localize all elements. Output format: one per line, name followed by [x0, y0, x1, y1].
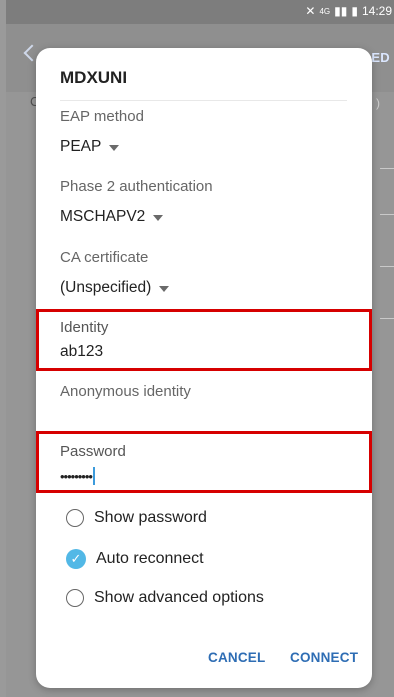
wifi-dialog: MDXUNI EAP method PEAP Phase 2 authentic… — [36, 48, 372, 688]
background-divider — [380, 214, 394, 215]
password-value: ••••••••• — [60, 468, 93, 484]
dropdown-arrow-icon — [153, 215, 164, 221]
identity-field[interactable]: ab123 — [60, 343, 103, 361]
background-divider — [380, 318, 394, 319]
checked-icon: ✓ — [66, 549, 86, 569]
status-bar: ✕ 4G ▮▮ ▮ 14:29 — [6, 0, 394, 24]
show-advanced-option[interactable]: Show advanced options — [66, 589, 264, 607]
phase2-label: Phase 2 authentication — [60, 178, 213, 195]
title-divider — [60, 100, 347, 101]
mute-icon: ✕ — [305, 4, 316, 18]
connect-button[interactable]: CONNECT — [290, 650, 358, 665]
cancel-button[interactable]: CANCEL — [208, 650, 265, 665]
clock: 14:29 — [361, 4, 392, 18]
signal-icon: ▮▮ — [334, 4, 348, 18]
identity-label: Identity — [60, 319, 109, 336]
show-password-label: Show password — [94, 509, 207, 526]
radio-unchecked-icon — [66, 509, 84, 527]
network-type: 4G — [319, 6, 331, 16]
radio-unchecked-icon — [66, 589, 84, 607]
text-cursor — [92, 467, 95, 485]
dropdown-arrow-icon — [159, 286, 170, 292]
eap-method-label: EAP method — [60, 108, 144, 125]
battery-icon: ▮ — [351, 4, 358, 18]
background-divider — [380, 168, 394, 169]
auto-reconnect-option[interactable]: ✓ Auto reconnect — [66, 549, 204, 569]
eap-method-dropdown[interactable]: PEAP — [60, 138, 120, 156]
show-password-option[interactable]: Show password — [66, 509, 207, 527]
phase2-dropdown[interactable]: MSCHAPV2 — [60, 208, 164, 226]
background-divider — [380, 266, 394, 267]
dropdown-arrow-icon — [109, 145, 120, 151]
anonymous-identity-label: Anonymous identity — [60, 383, 191, 400]
status-icons: ✕ 4G ▮▮ ▮ 14:29 — [305, 4, 392, 18]
ca-certificate-value: (Unspecified) — [60, 279, 152, 296]
password-field[interactable]: ••••••••• — [60, 467, 95, 485]
password-label: Password — [60, 443, 126, 460]
background-row-paren: ) — [376, 96, 380, 110]
phase2-value: MSCHAPV2 — [60, 208, 146, 225]
ca-certificate-label: CA certificate — [60, 249, 149, 266]
ca-certificate-dropdown[interactable]: (Unspecified) — [60, 279, 170, 297]
dialog-title: MDXUNI — [60, 68, 128, 87]
show-advanced-label: Show advanced options — [94, 589, 264, 606]
eap-method-value: PEAP — [60, 138, 102, 155]
auto-reconnect-label: Auto reconnect — [96, 550, 204, 567]
phone-screen: ✕ 4G ▮▮ ▮ 14:29 ED C ) MDXUNI EAP method… — [6, 0, 394, 697]
anonymous-identity-field[interactable] — [60, 408, 340, 430]
background-advanced-label: ED — [371, 50, 390, 65]
